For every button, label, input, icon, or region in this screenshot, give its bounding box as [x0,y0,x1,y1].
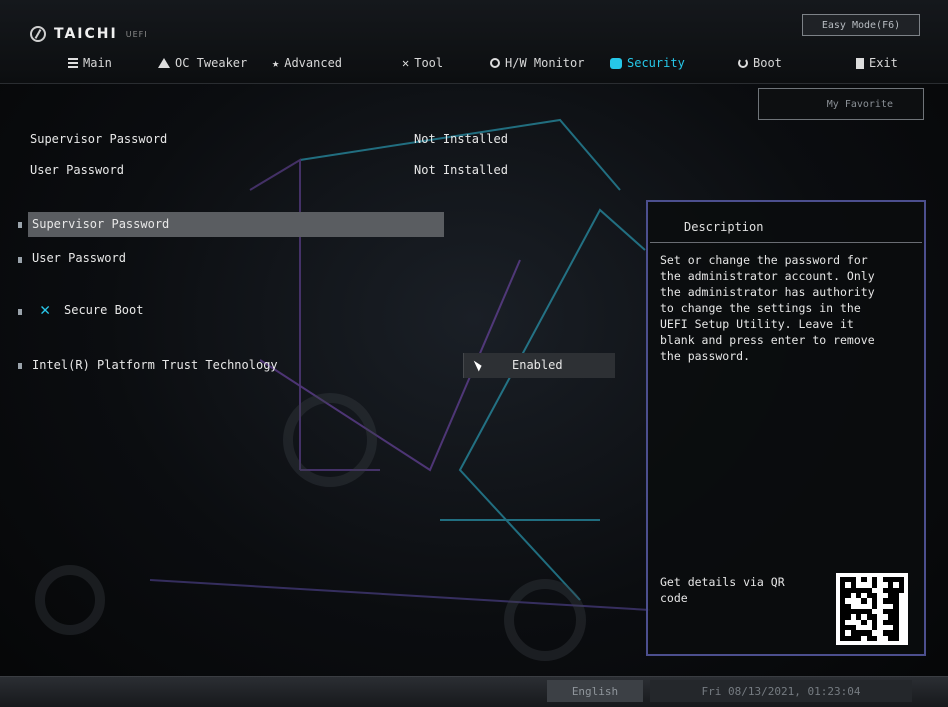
supervisor-status-value: Not Installed [414,132,508,146]
tab-label: Advanced [284,56,343,70]
exit-icon [856,57,864,69]
qr-caption: Get details via QR code [660,575,785,605]
tab-label: Boot [753,56,782,70]
intel-ptt-value: Enabled [512,358,563,372]
list-icon [68,58,78,68]
tab-advanced[interactable]: ★ Advanced [272,51,342,75]
bullet-icon [18,363,22,369]
menu-item-label: Supervisor Password [32,217,170,231]
tools-icon: ✕ [40,300,51,320]
tab-label: H/W Monitor [505,56,585,70]
datetime-display: Fri 08/13/2021, 01:23:04 [650,680,912,702]
menu-item-intel-ptt[interactable]: Intel(R) Platform Trust Technology [32,358,278,372]
tab-label: Main [83,56,112,70]
tab-exit[interactable]: Exit [856,51,898,75]
tab-label: Tool [414,56,444,70]
supervisor-status-label: Supervisor Password [30,132,168,146]
main-nav: Main OC Tweaker ★ Advanced ✕ Tool H/W Mo… [0,51,948,75]
tab-oc-tweaker[interactable]: OC Tweaker [158,51,247,75]
description-divider [650,242,922,243]
monitor-icon [490,58,500,68]
warning-triangle-icon [158,58,170,68]
tab-security[interactable]: Security [610,51,685,75]
brand-name: TAICHI [54,26,118,42]
tab-label: Exit [869,56,898,70]
bullet-icon [18,222,22,228]
menu-item-secure-boot[interactable]: Secure Boot [64,303,143,317]
qr-code-grid [840,577,904,641]
tab-hw-monitor[interactable]: H/W Monitor [490,51,584,75]
description-panel: Description Set or change the password f… [646,200,926,656]
my-favorite-button[interactable]: My Favorite [758,88,924,120]
qr-code-icon [836,573,908,645]
easy-mode-button[interactable]: Easy Mode(F6) [802,14,920,36]
star-icon: ★ [272,56,280,70]
logo: TAICHI UEFI [30,26,148,42]
description-title: Description [684,220,764,234]
menu-item-user-password[interactable]: User Password [32,251,126,265]
language-button[interactable]: English [547,680,643,702]
top-bar: TAICHI UEFI Easy Mode(F6) Main OC Tweake… [0,0,948,84]
user-status-value: Not Installed [414,163,508,177]
description-text: Set or change the password for the admin… [660,253,875,363]
tab-tool[interactable]: ✕ Tool [402,51,443,75]
tab-label: Security [627,56,685,70]
taichi-logo-icon [30,26,46,42]
user-status-label: User Password [30,163,124,177]
shield-icon [610,57,622,69]
bullet-icon [18,257,22,263]
uefi-screen: TAICHI UEFI Easy Mode(F6) Main OC Tweake… [0,0,948,707]
tab-main[interactable]: Main [68,51,112,75]
brand-sub: UEFI [125,29,148,39]
tab-boot[interactable]: Boot [738,51,782,75]
bullet-icon [18,309,22,315]
tools-icon: ✕ [402,56,410,70]
tab-label: OC Tweaker [175,56,248,70]
power-icon [738,58,748,68]
